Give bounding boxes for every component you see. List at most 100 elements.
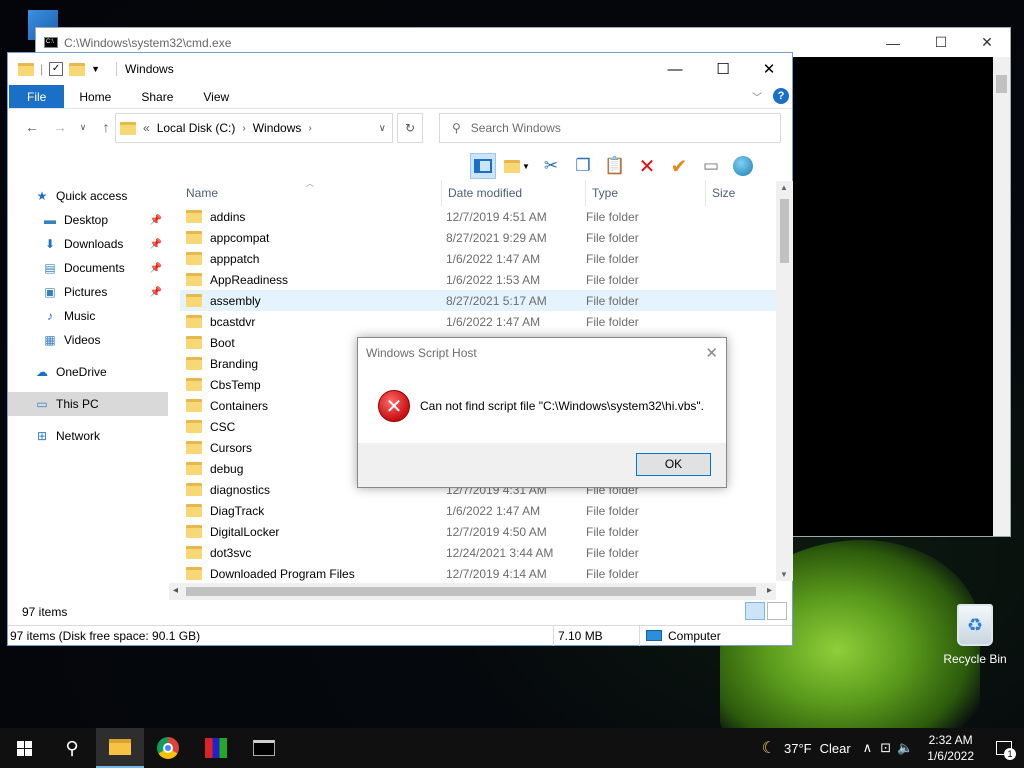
tab-home[interactable]: Home (64, 85, 126, 108)
table-row[interactable]: AppReadiness 1/6/2022 1:53 AM File folder (180, 269, 776, 290)
dialog-close-icon[interactable]: ✕ (705, 344, 718, 362)
nav-item-label: Videos (64, 333, 101, 347)
tab-share[interactable]: Share (126, 85, 188, 108)
nav-videos-icon: ▦ (44, 333, 56, 347)
table-row[interactable]: bcastdvr 1/6/2022 1:47 AM File folder (180, 311, 776, 332)
notification-center-button[interactable]: 1 (984, 728, 1024, 768)
file-list-vertical-scrollbar[interactable]: ▲ ▼ (776, 181, 793, 581)
rename-check-icon[interactable]: ✔ (666, 153, 692, 179)
folder-icon (18, 62, 34, 76)
file-list-horizontal-scrollbar[interactable]: ◂ ▸ (169, 583, 776, 600)
horizontal-scroll-thumb[interactable] (186, 587, 756, 596)
column-header-type[interactable]: Type (586, 180, 706, 206)
details-view-icon[interactable] (745, 602, 765, 620)
nav-item-onedrive[interactable]: ☁ OneDrive (8, 360, 168, 384)
recent-chevron-icon[interactable]: ∨ (76, 122, 90, 133)
preview-pane-icon[interactable] (470, 153, 496, 179)
back-arrow-icon[interactable]: ← (20, 119, 44, 135)
nav-item-pictures[interactable]: ▣ Pictures 📌 (8, 280, 168, 304)
nav-item-quick-access[interactable]: ★ Quick access (8, 184, 168, 208)
explorer-close-button[interactable]: ✕ (746, 53, 792, 85)
copy-icon[interactable]: ❐ (570, 153, 596, 179)
address-bar[interactable]: « Local Disk (C:) › Windows › ∨ (115, 113, 393, 143)
properties-card-icon[interactable]: ▭ (698, 153, 724, 179)
file-date: 1/6/2022 1:47 AM (446, 503, 541, 518)
start-button[interactable] (0, 728, 48, 768)
taskbar-app[interactable] (192, 728, 240, 768)
breadcrumb-chevron-icon[interactable]: › (308, 123, 311, 134)
table-row[interactable]: assembly 8/27/2021 5:17 AM File folder (180, 290, 776, 311)
help-icon[interactable]: ? (773, 88, 789, 104)
nav-item-music[interactable]: ♪ Music (8, 304, 168, 328)
search-box[interactable]: ⚲ Search Windows (439, 113, 781, 143)
scroll-thumb[interactable] (780, 199, 789, 263)
taskbar-file-explorer[interactable] (96, 728, 144, 768)
file-name: diagnostics (210, 482, 271, 497)
customize-toolbar-chevron-icon[interactable]: ▼ (91, 64, 100, 74)
nav-item-videos[interactable]: ▦ Videos (8, 328, 168, 352)
folder-icon (186, 357, 202, 370)
properties-icon[interactable]: ✓ (49, 62, 64, 76)
dialog-footer: OK (358, 443, 726, 487)
taskbar-chrome[interactable] (144, 728, 192, 768)
column-header-size[interactable]: Size (706, 180, 776, 206)
paste-icon[interactable]: 📋 (602, 153, 628, 179)
breadcrumb-windows[interactable]: Windows (253, 121, 302, 135)
table-row[interactable]: appcompat 8/27/2021 9:29 AM File folder (180, 227, 776, 248)
recycle-bin-desktop-icon[interactable]: Recycle Bin (940, 600, 1010, 666)
forward-arrow-icon[interactable]: → (48, 119, 72, 135)
explorer-minimize-button[interactable]: — (652, 53, 698, 85)
file-name: CbsTemp (210, 377, 261, 392)
volume-muted-icon[interactable]: 🔈 (897, 740, 913, 756)
explorer-maximize-button[interactable]: ☐ (700, 53, 746, 85)
weather-temp[interactable]: 37°F (784, 741, 812, 756)
table-row[interactable]: DiagTrack 1/6/2022 1:47 AM File folder (180, 500, 776, 521)
search-placeholder: Search Windows (470, 121, 561, 135)
select-folder-icon[interactable]: ▼ (502, 153, 532, 179)
nav-item-this-pc[interactable]: ▭ This PC (8, 392, 168, 416)
weather-condition[interactable]: Clear (820, 741, 851, 756)
breadcrumb-chevron-icon[interactable]: › (242, 123, 245, 134)
nav-item-desktop[interactable]: ▬ Desktop 📌 (8, 208, 168, 232)
address-dropdown-icon[interactable]: ∨ (379, 123, 386, 134)
cmd-maximize-button[interactable]: ☐ (918, 28, 964, 57)
script-host-error-dialog[interactable]: Windows Script Host ✕ ✕ Can not find scr… (357, 337, 727, 488)
delete-icon[interactable]: ✕ (634, 153, 660, 179)
large-icons-view-icon[interactable] (767, 602, 787, 620)
cmd-minimize-button[interactable]: — (870, 28, 916, 57)
nav-item-documents[interactable]: ▤ Documents 📌 (8, 256, 168, 280)
expand-ribbon-chevron-icon[interactable]: ﹀ (752, 89, 762, 104)
table-row[interactable]: dot3svc 12/24/2021 3:44 AM File folder (180, 542, 776, 563)
nav-item-label: Music (64, 309, 96, 323)
new-folder-icon[interactable] (69, 62, 86, 76)
navigation-pane: ★ Quick access ▬ Desktop 📌 ⬇ Downloads 📌 ▤ Docume… (8, 184, 168, 591)
refresh-icon: ↻ (404, 121, 416, 135)
breadcrumb-local-disk[interactable]: Local Disk (C:) (157, 121, 236, 135)
refresh-button[interactable]: ↻ (397, 113, 423, 143)
weather-moon-icon[interactable]: ☾ (762, 738, 776, 758)
ok-button[interactable]: OK (636, 453, 711, 476)
taskbar-cmd[interactable] (240, 728, 288, 768)
file-date: 8/27/2021 9:29 AM (446, 230, 547, 245)
clock[interactable]: 2:32 AM 1/6/2022 (917, 732, 984, 764)
nav-item-downloads[interactable]: ⬇ Downloads 📌 (8, 232, 168, 256)
table-row[interactable]: apppatch 1/6/2022 1:47 AM File folder (180, 248, 776, 269)
nav-item-network[interactable]: ⊞ Network (8, 424, 168, 448)
command-toolbar: ▼ ✂ ❐ 📋 ✕ ✔ ▭ (470, 152, 756, 180)
network-globe-icon[interactable] (730, 153, 756, 179)
cmd-close-button[interactable]: ✕ (964, 28, 1010, 57)
nav-music-icon: ♪ (47, 309, 53, 323)
cmd-scrollbar[interactable] (993, 57, 1010, 536)
network-icon[interactable]: ⊡ (880, 740, 891, 756)
address-overflow-icon[interactable]: « (143, 121, 150, 135)
tab-file[interactable]: File (9, 85, 65, 108)
column-header-date[interactable]: Date modified (442, 180, 586, 206)
cut-icon[interactable]: ✂ (538, 153, 564, 179)
show-hidden-icons-chevron-icon[interactable]: ∧ (863, 740, 873, 756)
search-button[interactable]: ⚲ (48, 728, 96, 768)
table-row[interactable]: DigitalLocker 12/7/2019 4:50 AM File folde… (180, 521, 776, 542)
table-row[interactable]: Downloaded Program Files 12/7/2019 4:14 A… (180, 563, 776, 584)
tab-view[interactable]: View (188, 85, 244, 108)
table-row[interactable]: addins 12/7/2019 4:51 AM File folder (180, 206, 776, 227)
file-type: File folder (586, 230, 639, 245)
